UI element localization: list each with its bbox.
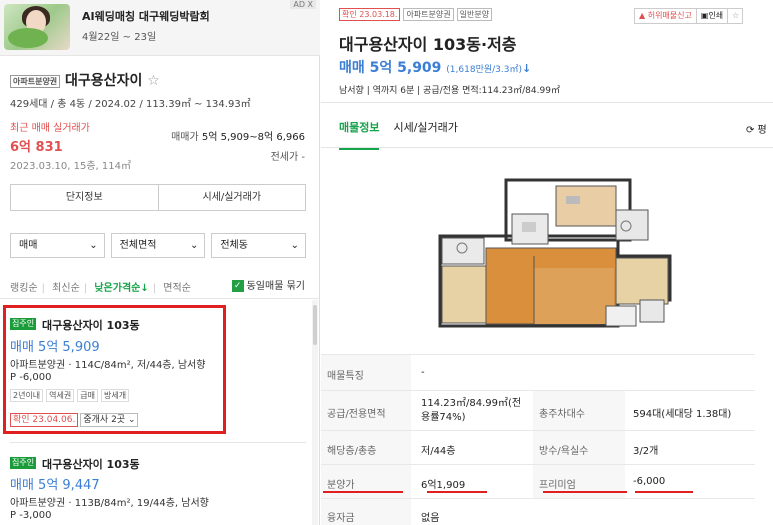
table-row: 매물특징 - xyxy=(321,354,755,390)
table-value: 3/2개 xyxy=(633,446,659,457)
detail-price-unit: (1,618만원/3.3㎡) xyxy=(446,65,522,75)
table-row: 해당층/총층 저/44층 방수/욕실수 3/2개 xyxy=(321,430,755,465)
table-key: 프리미엄 xyxy=(539,480,576,491)
floor-plan-image[interactable] xyxy=(426,176,674,333)
complex-info: 429세대 / 총 4동 / 2024.02 / 113.39㎡ ~ 134.9… xyxy=(10,99,251,110)
checkbox-icon: ✓ xyxy=(231,280,244,292)
report-button[interactable]: ▲ 허위매물신고 xyxy=(635,9,697,23)
recent-trade-price: 6억 831 xyxy=(10,140,63,155)
trade-type-select[interactable]: 매매 ⌄ xyxy=(10,233,105,258)
print-button[interactable]: ▣인쇄 xyxy=(697,9,729,23)
siren-icon: ▲ xyxy=(639,11,646,20)
listing-name: 대구용산자이 103동 xyxy=(42,458,140,471)
complex-title: 아파트분양권 대구용산자이 ☆ xyxy=(10,70,160,90)
table-row: 융자금 없음 xyxy=(321,498,755,525)
underline-mark xyxy=(543,491,627,493)
table-row: 분양가 6억1,909 프리미엄 -6,000 xyxy=(321,464,755,499)
detail-tags: 확인 23.03.18. 아파트분양권 일반분양 xyxy=(339,8,493,21)
recent-trade-label: 최근 매매 실거래가 xyxy=(10,123,90,134)
chevron-down-icon: ⌄ xyxy=(89,240,98,251)
table-key: 해당층/총층 xyxy=(327,446,377,457)
table-key: 총주차대수 xyxy=(539,409,585,420)
trade-type-value: 매매 xyxy=(19,240,38,251)
owner-badge: 집주인 xyxy=(10,457,37,469)
table-key: 공급/전용면적 xyxy=(327,409,386,420)
detail-info: 남서향 | 역까지 6분 | 공급/전용 면적:114.23㎡/84.99㎡ xyxy=(339,86,560,96)
detail-actions: ▲ 허위매물신고 ▣인쇄 ☆ xyxy=(634,8,744,24)
refresh-button[interactable]: ⟳ 평 xyxy=(746,121,767,136)
table-key: 방수/욕실수 xyxy=(539,446,589,457)
table-value: - xyxy=(421,367,425,378)
complex-type-tag: 아파트분양권 xyxy=(10,74,61,88)
table-key: 분양가 xyxy=(327,480,355,491)
table-key: 매물특징 xyxy=(327,371,364,382)
down-arrow-icon: ↓ xyxy=(522,62,532,75)
underline-mark xyxy=(323,491,403,493)
complex-price-button[interactable]: 시세/실거래가 xyxy=(159,185,306,210)
sort-area[interactable]: 면적순 xyxy=(163,283,191,294)
highlight-box xyxy=(3,305,226,434)
ad-subtitle: 4월22일 ~ 23일 xyxy=(82,32,157,43)
table-value: -6,000 xyxy=(633,476,666,487)
listing-panel: AI웨딩매칭 대구웨딩박람회 4월22일 ~ 23일 AD X 아파트분양권 대… xyxy=(0,0,320,525)
table-value: 저/44층 xyxy=(421,446,456,457)
complex-name: 대구용산자이 xyxy=(65,73,143,89)
table-value: 없음 xyxy=(421,513,440,524)
recent-trade-date: 2023.03.10, 15층, 114㎡ xyxy=(10,161,131,172)
same-listing-label: 동일매물 묶기 xyxy=(246,281,305,292)
area-select[interactable]: 전체면적 ⌄ xyxy=(110,233,206,258)
favorite-star-icon[interactable]: ☆ xyxy=(147,73,160,89)
favorite-icon[interactable]: ☆ xyxy=(728,9,742,23)
tab-price-history[interactable]: 시세/실거래가 xyxy=(393,119,457,150)
chevron-down-icon: ⌄ xyxy=(290,240,300,251)
ad-close-badge[interactable]: AD X xyxy=(290,0,316,9)
table-value: 6억1,909 xyxy=(421,480,466,491)
dong-value: 전체동 xyxy=(220,240,248,251)
listing-price: 매매 5억 9,447 xyxy=(10,478,100,493)
sort-ranking[interactable]: 랭킹순 xyxy=(10,283,38,294)
detail-tabs: 매물정보 시세/실거래가 xyxy=(339,119,458,150)
ad-banner[interactable]: AI웨딩매칭 대구웨딩박람회 4월22일 ~ 23일 AD X xyxy=(0,0,320,56)
listing-spec: 아파트분양권 · 113B/84m², 19/44층, 남서향 xyxy=(10,498,209,509)
sort-low-price[interactable]: 낮은가격순↓ xyxy=(94,283,148,294)
sale-tag: 일반분양 xyxy=(456,8,493,21)
detail-price: 매매 5억 5,909 (1,618만원/3.3㎡)↓ xyxy=(339,57,531,77)
detail-panel: 확인 23.03.18. 아파트분양권 일반분양 ▲ 허위매물신고 ▣인쇄 ☆ … xyxy=(321,0,773,525)
dong-select[interactable]: 전체동 ⌄ xyxy=(211,233,307,258)
confirm-tag: 확인 23.03.18. xyxy=(339,8,401,21)
complex-info-button[interactable]: 단지정보 xyxy=(11,185,159,210)
listing-premium: P -3,000 xyxy=(10,510,52,521)
detail-title: 대구용산자이 103동·저층 xyxy=(339,35,517,54)
jeonse-price: 전세가 - xyxy=(270,152,305,163)
detail-price-value: 매매 5억 5,909 xyxy=(339,60,442,76)
chevron-down-icon: ⌄ xyxy=(189,240,199,251)
table-key: 융자금 xyxy=(327,513,355,524)
area-value: 전체면적 xyxy=(119,240,157,251)
price-range-value: 5억 5,909~8억 6,966 xyxy=(201,132,305,143)
type-tag: 아파트분양권 xyxy=(403,8,454,21)
report-label: 허위매물신고 xyxy=(647,11,692,20)
filter-row: 매매 ⌄ 전체면적 ⌄ 전체동 ⌄ xyxy=(10,233,307,258)
price-range-label: 매매가 xyxy=(171,132,199,143)
price-range: 매매가 5억 5,909~8억 6,966 xyxy=(171,128,305,143)
table-row: 공급/전용면적 114.23㎡/84.99㎡(전용률74%) 총주차대수 594… xyxy=(321,390,755,431)
ad-image xyxy=(4,4,70,50)
print-label: 인쇄 xyxy=(708,11,724,20)
table-value: 594대(세대당 1.38대) xyxy=(633,409,732,420)
complex-button-row: 단지정보 시세/실거래가 xyxy=(10,184,306,211)
underline-mark xyxy=(427,491,487,493)
ad-title[interactable]: AI웨딩매칭 대구웨딩박람회 xyxy=(82,8,210,24)
sort-latest[interactable]: 최신순 xyxy=(52,283,80,294)
scrollbar-thumb[interactable] xyxy=(313,305,317,345)
same-listing-toggle[interactable]: ✓ 동일매물 묶기 xyxy=(231,277,305,292)
table-value: 114.23㎡/84.99㎡(전용률74%) xyxy=(421,398,522,423)
tab-listing-info[interactable]: 매물정보 xyxy=(339,119,380,150)
underline-mark xyxy=(635,491,693,493)
